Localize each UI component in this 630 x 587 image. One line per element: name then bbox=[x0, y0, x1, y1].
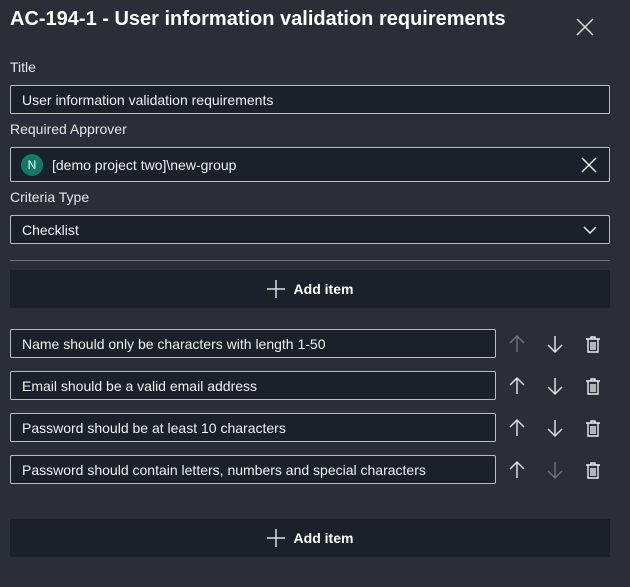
dialog-title: AC-194-1 - User information validation r… bbox=[10, 8, 506, 30]
criteria-label: Criteria Type bbox=[10, 189, 90, 205]
trash-icon[interactable] bbox=[583, 334, 603, 354]
chevron-down-icon bbox=[583, 226, 597, 235]
approver-label: Required Approver bbox=[10, 121, 127, 137]
arrow-up-icon[interactable] bbox=[507, 334, 527, 354]
checklist-item-text: Password should be at least 10 character… bbox=[22, 419, 286, 436]
add-item-button-top[interactable]: Add item bbox=[10, 270, 610, 308]
arrow-down-icon[interactable] bbox=[545, 376, 565, 396]
add-item-button-bottom[interactable]: Add item bbox=[10, 519, 610, 557]
approver-input[interactable]: N [demo project two]\new-group bbox=[10, 147, 610, 182]
plus-icon bbox=[266, 529, 285, 547]
checklist-item-text: Email should be a valid email address bbox=[22, 377, 258, 394]
trash-icon[interactable] bbox=[583, 418, 603, 438]
criteria-value: Checklist bbox=[22, 221, 79, 238]
checklist-item-text: Name should only be characters with leng… bbox=[22, 335, 326, 352]
add-item-label: Add item bbox=[293, 281, 354, 297]
checklist-item-text: Password should contain letters, numbers… bbox=[22, 461, 426, 478]
title-label: Title bbox=[10, 59, 36, 75]
plus-icon bbox=[266, 280, 285, 298]
divider bbox=[10, 260, 610, 261]
approver-value: [demo project two]\new-group bbox=[52, 156, 237, 173]
arrow-down-icon[interactable] bbox=[545, 460, 565, 480]
criteria-select[interactable]: Checklist bbox=[10, 215, 610, 244]
title-value: User information validation requirements bbox=[22, 91, 274, 108]
arrow-up-icon[interactable] bbox=[507, 418, 527, 438]
arrow-down-icon[interactable] bbox=[545, 334, 565, 354]
arrow-down-icon[interactable] bbox=[545, 418, 565, 438]
checklist-item: Name should only be characters with leng… bbox=[10, 329, 610, 358]
trash-icon[interactable] bbox=[583, 376, 603, 396]
clear-icon[interactable] bbox=[581, 157, 597, 173]
close-icon[interactable] bbox=[575, 17, 595, 37]
checklist-item: Password should be at least 10 character… bbox=[10, 413, 610, 442]
checklist-item: Email should be a valid email address bbox=[10, 371, 610, 400]
checklist-item-input[interactable]: Email should be a valid email address bbox=[10, 371, 496, 400]
arrow-up-icon[interactable] bbox=[507, 376, 527, 396]
add-item-label: Add item bbox=[293, 530, 354, 546]
title-input[interactable]: User information validation requirements bbox=[10, 85, 610, 114]
avatar: N bbox=[21, 153, 43, 176]
trash-icon[interactable] bbox=[583, 460, 603, 480]
checklist-item-input[interactable]: Name should only be characters with leng… bbox=[10, 329, 496, 358]
checklist-item: Password should contain letters, numbers… bbox=[10, 455, 610, 484]
arrow-up-icon[interactable] bbox=[507, 460, 527, 480]
checklist-item-input[interactable]: Password should contain letters, numbers… bbox=[10, 455, 496, 484]
checklist-item-input[interactable]: Password should be at least 10 character… bbox=[10, 413, 496, 442]
